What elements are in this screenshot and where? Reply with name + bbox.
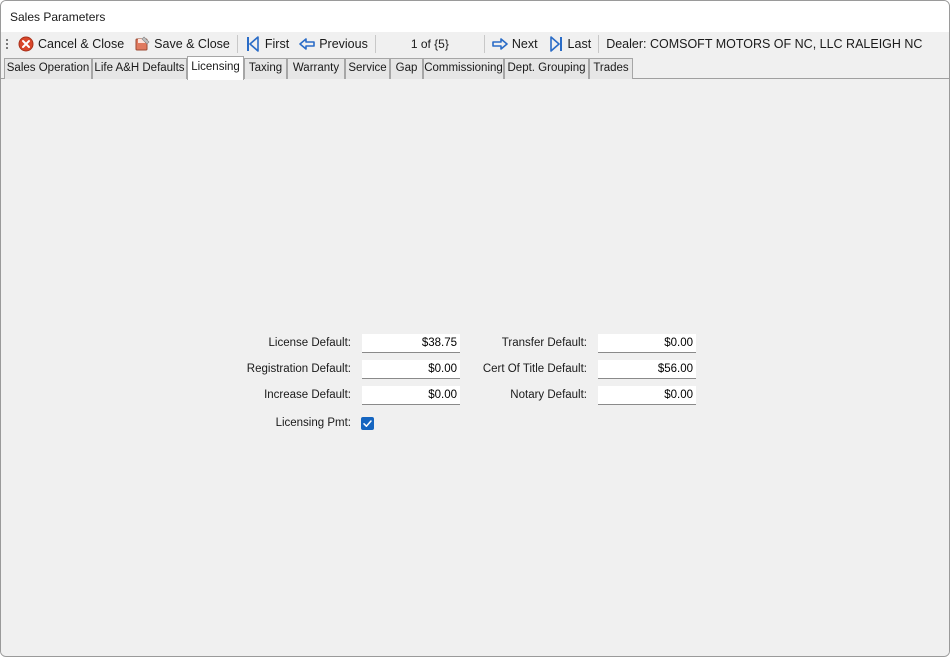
tab-warranty[interactable]: Warranty — [287, 58, 345, 79]
checkmark-icon — [363, 420, 372, 427]
cert-of-title-default-input[interactable]: $56.00 — [598, 360, 696, 379]
cert-of-title-default-label: Cert Of Title Default: — [482, 363, 587, 375]
sales-parameters-window: Sales Parameters Cancel & Close Save & C… — [0, 0, 950, 657]
tab-label: Dept. Grouping — [507, 62, 586, 74]
next-label: Next — [511, 37, 538, 51]
arrow-left-icon — [299, 36, 316, 52]
notary-default-label: Notary Default: — [510, 389, 587, 401]
toolbar-separator — [236, 35, 238, 53]
cancel-close-label: Cancel & Close — [38, 37, 125, 51]
last-label: Last — [567, 37, 592, 51]
notary-default-input[interactable]: $0.00 — [598, 386, 696, 405]
tab-taxing[interactable]: Taxing — [244, 58, 287, 79]
toolbar-separator — [483, 35, 485, 53]
save-close-button[interactable]: Save & Close — [131, 33, 233, 55]
tab-commissioning[interactable]: Commissioning — [423, 58, 504, 79]
save-icon — [134, 36, 150, 52]
transfer-default-label: Transfer Default: — [501, 337, 587, 349]
cancel-icon — [18, 36, 34, 52]
toolbar-grip[interactable] — [3, 37, 15, 51]
tab-licensing[interactable]: Licensing — [187, 56, 244, 80]
window-title: Sales Parameters — [10, 10, 106, 24]
tab-sales-operation[interactable]: Sales Operation — [4, 58, 92, 79]
licensing-pmt-checkbox[interactable] — [361, 417, 374, 430]
registration-default-label: Registration Default: — [246, 363, 351, 375]
tab-label: Trades — [593, 62, 629, 74]
save-close-label: Save & Close — [154, 37, 230, 51]
tab-label: Gap — [395, 62, 418, 74]
tab-label: Service — [348, 62, 387, 74]
tab-label: Commissioning — [424, 62, 503, 74]
tab-label: Sales Operation — [6, 62, 90, 74]
license-default-label: License Default: — [268, 337, 351, 349]
previous-label: Previous — [319, 37, 368, 51]
toolbar-separator — [374, 35, 376, 53]
tab-dept-grouping[interactable]: Dept. Grouping — [504, 58, 589, 79]
licensing-panel: License Default: $38.75 Registration Def… — [1, 79, 949, 656]
licensing-pmt-label: Licensing Pmt: — [275, 417, 351, 429]
tab-strip: Sales Operation Life A&H Defaults Licens… — [1, 56, 949, 80]
tab-label: Licensing — [191, 61, 240, 73]
tab-trades[interactable]: Trades — [589, 58, 633, 79]
increase-default-label: Increase Default: — [264, 389, 351, 401]
cancel-close-button[interactable]: Cancel & Close — [15, 33, 127, 55]
last-button[interactable]: Last — [545, 33, 595, 55]
title-bar: Sales Parameters — [1, 1, 949, 32]
tab-gap[interactable]: Gap — [390, 58, 423, 79]
toolbar-separator — [598, 35, 600, 53]
tab-label: Life A&H Defaults — [94, 62, 185, 74]
record-counter: 1 of {5} — [410, 37, 449, 51]
first-record-icon — [245, 36, 261, 52]
tab-life-ah-defaults[interactable]: Life A&H Defaults — [92, 58, 187, 79]
next-button[interactable]: Next — [489, 33, 541, 55]
arrow-right-icon — [492, 36, 508, 52]
first-label: First — [264, 37, 290, 51]
transfer-default-input[interactable]: $0.00 — [598, 334, 696, 353]
first-button[interactable]: First — [242, 33, 292, 55]
tab-label: Taxing — [248, 62, 283, 74]
last-record-icon — [548, 36, 564, 52]
tab-label: Warranty — [292, 62, 340, 74]
toolbar: Cancel & Close Save & Close First Previo… — [1, 32, 949, 56]
dealer-label: Dealer: COMSOFT MOTORS OF NC, LLC RALEIG… — [606, 37, 923, 51]
tab-service[interactable]: Service — [345, 58, 390, 79]
previous-button[interactable]: Previous — [296, 33, 371, 55]
